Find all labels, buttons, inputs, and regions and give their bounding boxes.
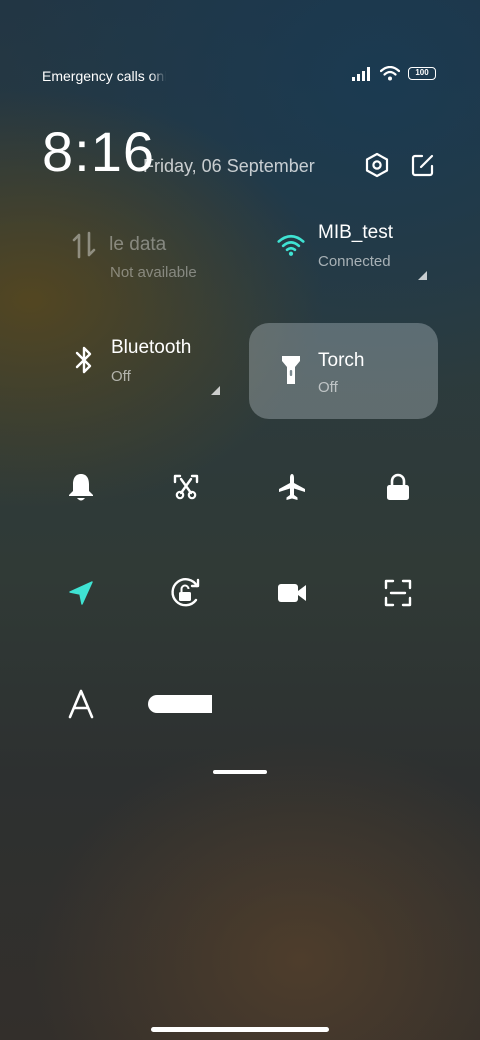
tile-wifi[interactable]: MIB_test Connected [257, 198, 445, 294]
font-a-icon [68, 689, 94, 719]
date[interactable]: Friday, 06 September [143, 156, 315, 177]
toggle-airplane[interactable] [267, 462, 317, 512]
screenshot-icon [173, 474, 199, 500]
tile-subtitle: Connected [318, 253, 391, 270]
tile-title: Mobile data [110, 234, 167, 255]
panel-drag-handle[interactable] [213, 770, 267, 774]
tile-title: Torch [318, 350, 365, 371]
wifi-tile-icon [277, 230, 305, 260]
toggle-location[interactable] [56, 568, 106, 618]
video-icon [278, 584, 306, 602]
status-bar: Emergency calls only 100 [0, 0, 480, 100]
status-icons: 100 [352, 66, 436, 81]
edit-button[interactable] [408, 150, 438, 180]
toggle-screen-recorder[interactable] [267, 568, 317, 618]
brightness-slider[interactable] [148, 695, 212, 713]
home-indicator[interactable] [151, 1027, 329, 1032]
font-size-button[interactable] [56, 679, 106, 729]
toggle-rotation-lock[interactable] [161, 568, 211, 618]
settings-icon [365, 152, 389, 178]
rotation-lock-icon [171, 578, 200, 607]
battery-level: 100 [415, 68, 429, 77]
tile-bluetooth[interactable]: Bluetooth Off [50, 313, 238, 409]
tile-torch[interactable]: Torch Off [249, 323, 438, 419]
signal-icon [352, 66, 370, 81]
toggle-sound[interactable] [56, 462, 106, 512]
wifi-icon [380, 66, 400, 81]
lock-icon [387, 473, 409, 500]
location-icon [69, 581, 93, 605]
battery-icon: 100 [408, 67, 436, 80]
mobile-data-icon [70, 230, 98, 260]
edit-icon [411, 154, 434, 177]
tile-subtitle: Not available [110, 264, 197, 281]
settings-button[interactable] [362, 150, 392, 180]
expand-corner-icon[interactable] [418, 271, 427, 280]
toggle-screenshot[interactable] [161, 462, 211, 512]
carrier-text: Emergency calls only [42, 68, 166, 84]
tile-subtitle: Off [111, 368, 131, 385]
toggle-lock[interactable] [373, 462, 423, 512]
torch-icon [277, 355, 305, 385]
scan-icon [384, 579, 412, 607]
toggle-scanner[interactable] [373, 568, 423, 618]
tile-title: Bluetooth [111, 337, 192, 358]
expand-corner-icon[interactable] [211, 386, 220, 395]
clock: 8:16 [42, 120, 155, 183]
tile-subtitle: Off [318, 379, 338, 396]
bluetooth-icon [70, 345, 98, 375]
tile-title: MIB_test [318, 222, 393, 243]
bell-icon [69, 474, 93, 501]
mobile-data-text: Mobile data Not available [110, 222, 210, 292]
airplane-icon [279, 474, 305, 500]
